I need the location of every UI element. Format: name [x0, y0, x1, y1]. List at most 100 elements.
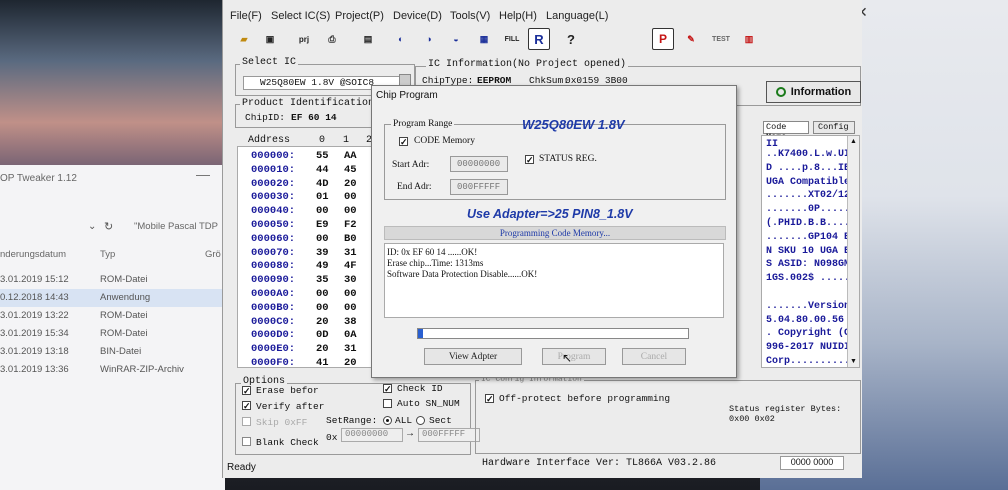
code-memory-checkbox[interactable]: ✓ [399, 137, 408, 147]
hex-byte[interactable]: 0D [316, 329, 329, 341]
program-log: ID: 0x EF 60 14 ......OK! Erase chip...T… [384, 243, 724, 318]
hex-byte[interactable]: 31 [344, 247, 357, 259]
view-adapter-button[interactable]: View Adpter [424, 348, 522, 365]
list-item[interactable]: 3.01.2019 13:22 ROM-Datei [0, 307, 225, 325]
minimize-icon[interactable] [196, 175, 210, 176]
cancel-button[interactable]: Cancel [622, 348, 686, 365]
menu-language[interactable]: Language(L) [546, 10, 608, 22]
hex-byte[interactable]: 20 [316, 343, 329, 355]
hex-byte[interactable]: 00 [316, 302, 329, 314]
hex-byte[interactable]: 01 [316, 191, 329, 203]
refresh-icon[interactable]: ↻ [104, 220, 113, 233]
hex-byte[interactable]: 55 [316, 150, 329, 162]
hex-byte[interactable]: 44 [316, 164, 329, 176]
ic-info-legend: IC Information(No Project opened) [426, 59, 629, 70]
off-protect-checkbox[interactable]: ✓ [485, 394, 494, 404]
save-icon[interactable]: ▣ [259, 28, 281, 50]
arrow-right-icon: → [405, 428, 415, 439]
erase-icon[interactable]: ◑ [418, 28, 440, 50]
hex-byte[interactable]: 38 [344, 316, 357, 328]
auto-sn-checkbox[interactable] [383, 399, 392, 408]
hex-byte[interactable]: 35 [316, 274, 329, 286]
tab-config[interactable]: Config [813, 121, 855, 134]
hex-byte[interactable]: 20 [316, 316, 329, 328]
column-size[interactable]: Grö [205, 249, 221, 260]
save-project-icon[interactable]: ⎙ [321, 28, 343, 50]
start-adr-input[interactable]: 00000000 [450, 156, 508, 172]
hex-byte[interactable]: E9 [316, 219, 329, 231]
check-id-checkbox[interactable]: ✓ [383, 384, 392, 394]
hex-byte[interactable]: 00 [344, 288, 357, 300]
column-date[interactable]: nderungsdatum [0, 249, 66, 260]
hex-byte[interactable]: 45 [344, 164, 357, 176]
hex-byte[interactable]: 00 [316, 288, 329, 300]
search-input[interactable]: "Mobile Pascal TDP [134, 221, 218, 232]
help-icon[interactable]: ? [560, 28, 582, 50]
list-item[interactable]: 3.01.2019 13:18 BIN-Datei [0, 343, 225, 361]
menu-project[interactable]: Project(P) [335, 10, 384, 22]
disk-icon[interactable]: ▤ [357, 28, 379, 50]
protect-icon[interactable]: P [652, 28, 674, 50]
hex-byte[interactable]: 00 [344, 302, 357, 314]
list-item[interactable]: 3.01.2019 13:36 WinRAR-ZIP-Archiv [0, 361, 225, 379]
scroll-up-icon[interactable]: ▲ [850, 138, 857, 145]
range-all-radio[interactable] [383, 416, 392, 425]
program-icon[interactable]: R [528, 28, 550, 50]
program-button[interactable]: Program [542, 348, 606, 365]
dialog-chip-name: W25Q80EW 1.8V [522, 117, 625, 132]
hex-byte[interactable]: 00 [344, 191, 357, 203]
blank-check-checkbox[interactable] [242, 437, 251, 446]
menu-device[interactable]: Device(D) [393, 10, 442, 22]
information-button[interactable]: Information [766, 81, 861, 103]
list-item[interactable]: 0.12.2018 14:43 Anwendung [0, 289, 225, 307]
hex-view[interactable]: 000000: 55 AA 000010: 44 45 000020: 4D 20 000030:… [237, 146, 377, 369]
edit-icon[interactable]: ✎ [680, 28, 702, 50]
hex-byte[interactable]: F2 [344, 219, 357, 231]
hex-byte[interactable]: 30 [344, 274, 357, 286]
range-from-input[interactable]: 00000000 [341, 428, 403, 442]
hex-byte[interactable]: 41 [316, 357, 329, 369]
menu-file[interactable]: File(F) [230, 10, 262, 22]
blank-check-icon[interactable]: ◒ [445, 28, 467, 50]
hex-byte[interactable]: 00 [316, 233, 329, 245]
hex-byte[interactable]: AA [344, 150, 357, 162]
hex-byte[interactable]: 20 [344, 178, 357, 190]
project-icon[interactable]: prj [293, 28, 315, 50]
list-item[interactable]: 3.01.2019 15:34 ROM-Datei [0, 325, 225, 343]
hex-byte[interactable]: 49 [316, 260, 329, 272]
chevron-down-icon[interactable]: ⌄ [88, 221, 96, 232]
config-icon[interactable]: ▥ [738, 28, 760, 50]
tab-code-memo[interactable]: Code Memo [763, 121, 809, 142]
vertical-scrollbar[interactable]: ▲ ▼ [847, 136, 859, 367]
hex-byte[interactable]: 4F [344, 260, 357, 272]
verify-icon[interactable]: ▦ [473, 28, 495, 50]
hex-byte[interactable]: B0 [344, 233, 357, 245]
menu-select-ic[interactable]: Select IC(S) [271, 10, 330, 22]
erase-before-checkbox[interactable]: ✓ [242, 386, 251, 396]
fill-icon[interactable]: FILL [501, 28, 523, 50]
hex-byte[interactable]: 00 [316, 205, 329, 217]
test-icon[interactable]: TEST [710, 28, 732, 50]
menu-tools[interactable]: Tools(V) [450, 10, 490, 22]
scroll-down-icon[interactable]: ▼ [850, 358, 857, 365]
list-item[interactable]: 3.01.2019 15:12 ROM-Datei [0, 271, 225, 289]
hex-byte[interactable]: 20 [344, 357, 357, 369]
skip-0xff-checkbox[interactable] [242, 417, 251, 426]
hex-byte[interactable]: 4D [316, 178, 329, 190]
hex-byte[interactable]: 0A [344, 329, 357, 341]
open-icon[interactable]: ▰ [233, 28, 255, 50]
range-sect-radio[interactable] [416, 416, 425, 425]
hex-byte[interactable]: 00 [344, 205, 357, 217]
verify-after-checkbox[interactable]: ✓ [242, 401, 251, 411]
read-icon[interactable]: ◐ [390, 28, 412, 50]
hex-byte[interactable]: 39 [316, 247, 329, 259]
hex-byte[interactable]: 31 [344, 343, 357, 355]
column-type[interactable]: Typ [100, 249, 115, 260]
range-to-input[interactable]: 000FFFFF [418, 428, 480, 442]
ascii-row: 1GS.002$ ..... [766, 273, 851, 285]
end-adr-input[interactable]: 000FFFFF [450, 179, 508, 195]
status-reg-checkbox[interactable]: ✓ [525, 155, 534, 165]
ascii-view[interactable]: II ..K7400.L.w.UI D ....p.8...IB UGA Compa… [761, 135, 860, 368]
menu-help[interactable]: Help(H) [499, 10, 537, 22]
chipid-label: ChipID: [245, 112, 285, 123]
